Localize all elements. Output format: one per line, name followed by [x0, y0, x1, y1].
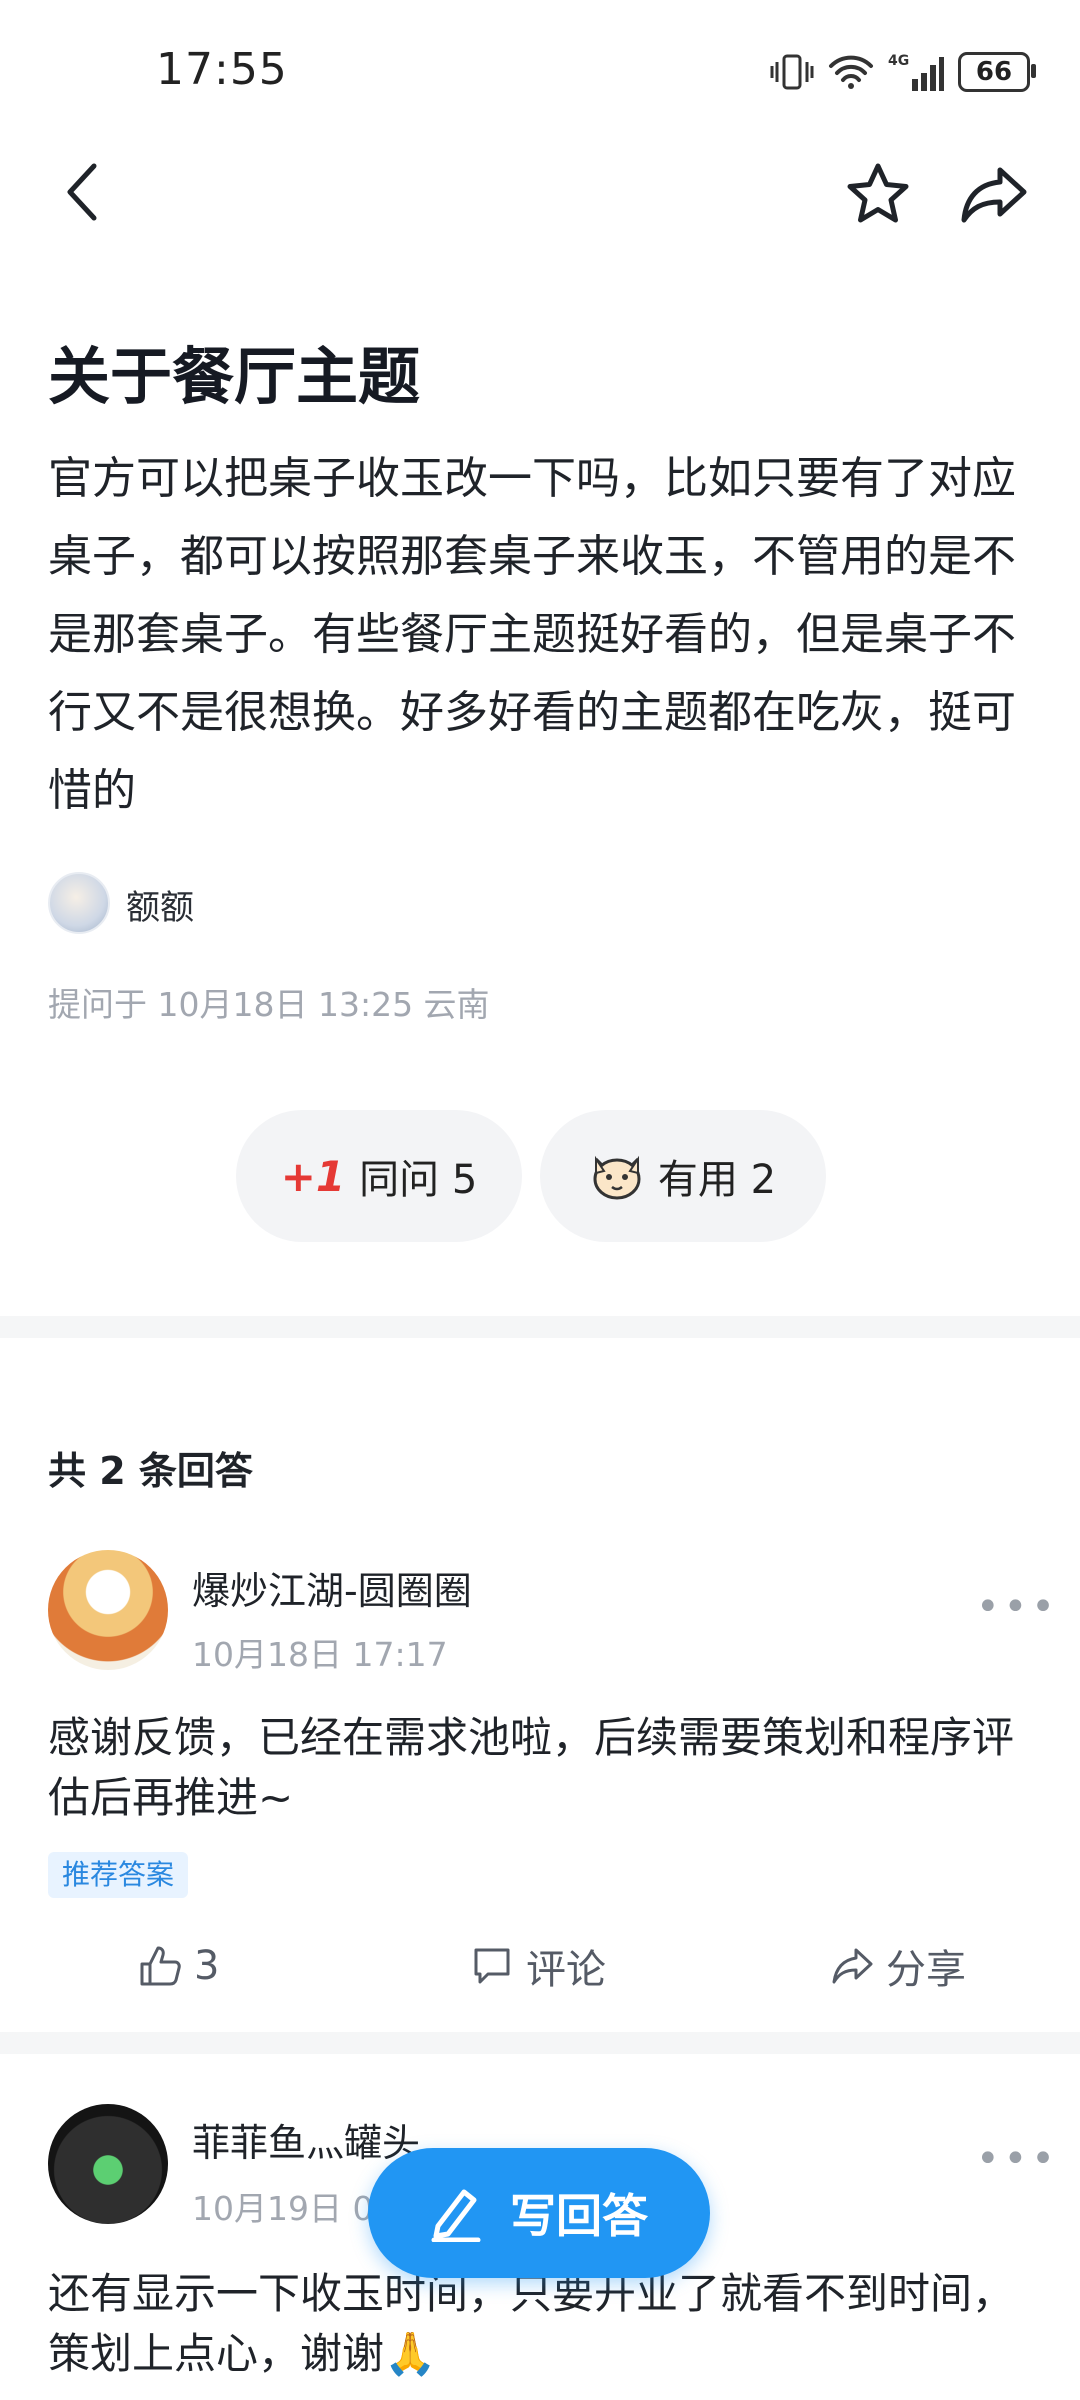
answer-text: 还有显示一下收玉时间，只要开业了就看不到时间，策划上点心，谢谢🙏: [48, 2269, 1015, 2378]
answer-share-button[interactable]: 分享: [830, 1940, 966, 1993]
chevron-left-icon: [67, 163, 97, 221]
recommended-answer-badge: 推荐答案: [48, 1852, 189, 1898]
more-options-button[interactable]: •••: [976, 1584, 1059, 1630]
share-arrow-icon: [961, 167, 1027, 223]
status-icons: 4G 66: [770, 50, 1036, 94]
favorite-button[interactable]: [842, 158, 914, 230]
pencil-icon: [431, 2189, 481, 2242]
useful-button[interactable]: 有用 2: [540, 1110, 826, 1242]
answer-date: 10月18日 17:17: [192, 1635, 448, 1674]
author-name[interactable]: 额额: [126, 880, 194, 929]
share-label: 分享: [886, 1947, 966, 1993]
share-icon: [832, 1948, 873, 1984]
same-question-label: 同问 5: [359, 1157, 478, 1203]
section-divider: [0, 2032, 1080, 2054]
write-answer-button[interactable]: 写回答: [368, 2148, 710, 2278]
answers-count: 共 2 条回答: [48, 1449, 253, 1493]
signal-4g-icon: 4G: [888, 53, 944, 91]
comment-icon: [474, 1948, 510, 1984]
wifi-icon: [829, 55, 873, 89]
answer-date: 10月19日 0: [192, 2189, 374, 2228]
battery-icon: 66: [958, 52, 1036, 92]
write-answer-label: 写回答: [510, 2189, 648, 2243]
answer-text: 感谢反馈，已经在需求池啦，后续需要策划和程序评估后再推进~: [48, 1713, 1015, 1822]
like-button[interactable]: 3: [138, 1940, 219, 1992]
like-count: 3: [194, 1943, 220, 1989]
answer-author-name[interactable]: 爆炒江湖-圆圈圈: [192, 1560, 472, 1615]
answer-avatar[interactable]: [48, 2104, 168, 2224]
star-icon: [847, 163, 909, 223]
comment-button[interactable]: 评论: [470, 1940, 606, 1993]
section-divider: [0, 1316, 1080, 1338]
answer-author-name[interactable]: 菲菲鱼灬罐头: [192, 2112, 420, 2167]
more-options-button[interactable]: •••: [976, 2136, 1059, 2182]
plus-one-icon: +1: [280, 1151, 346, 1201]
back-button[interactable]: [50, 160, 114, 224]
useful-label: 有用 2: [657, 1157, 777, 1203]
thumbs-up-icon: [140, 1946, 181, 1986]
answer-avatar[interactable]: [48, 1550, 168, 1670]
svg-text:4G: 4G: [888, 53, 909, 69]
question-meta: 提问于 10月18日 13:25 云南: [48, 985, 490, 1024]
comment-label: 评论: [526, 1947, 606, 1993]
vibrate-icon: [770, 54, 814, 90]
question-title: 关于餐厅主题: [48, 340, 421, 413]
share-button[interactable]: [958, 158, 1030, 230]
same-question-button[interactable]: +1 同问 5: [236, 1110, 522, 1242]
status-time: 17:55: [156, 44, 288, 95]
question-body: 官方可以把桌子收玉改一下吗，比如只要有了对应桌子，都可以按照那套桌子来收玉，不管…: [48, 453, 1016, 816]
cat-face-icon: [593, 1155, 641, 1200]
author-avatar[interactable]: [48, 872, 110, 934]
